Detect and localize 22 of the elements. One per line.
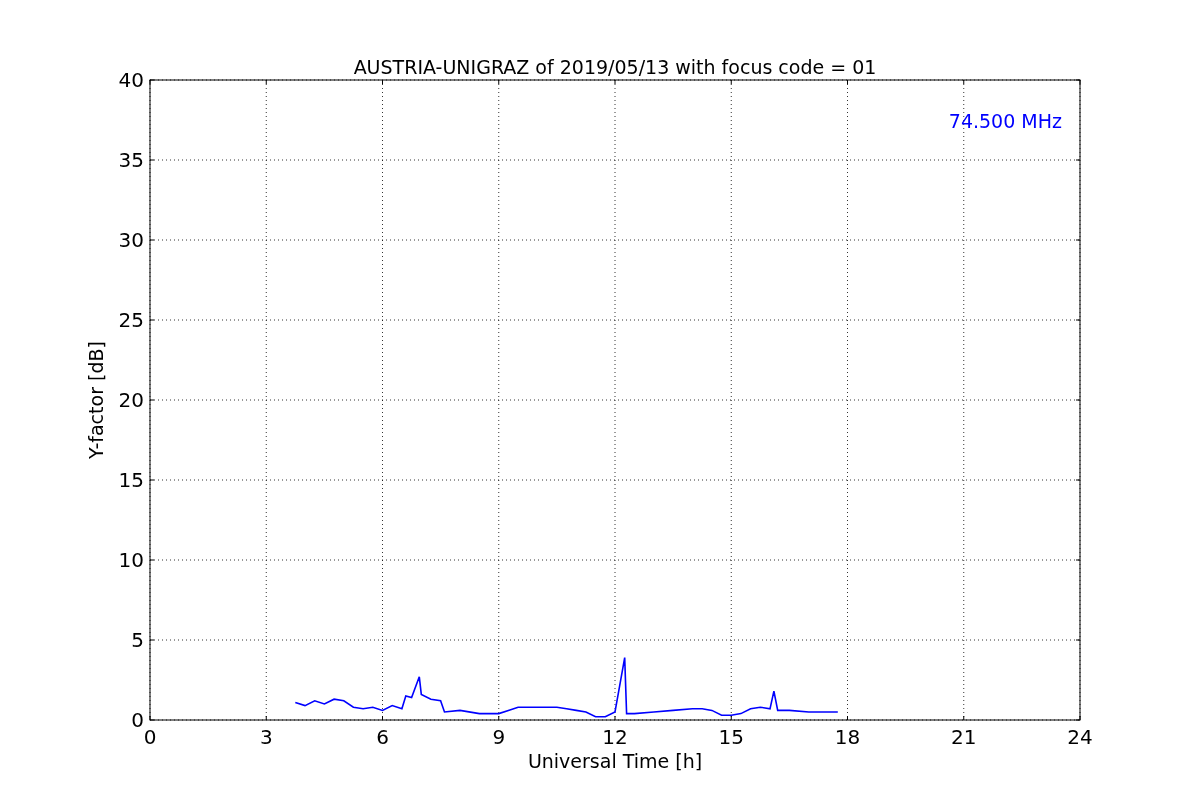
tick-label: 24 [1067, 725, 1093, 749]
tick-label: 40 [118, 68, 144, 92]
tick-label: 12 [602, 725, 628, 749]
y-axis-label: Y-factor [dB] [85, 341, 107, 459]
tick-label: 20 [118, 388, 144, 412]
tick-label: 21 [951, 725, 977, 749]
tick-label: 9 [492, 725, 506, 749]
tick-label: 30 [118, 228, 144, 252]
tick-label: 3 [259, 725, 273, 749]
tick-label: 15 [718, 725, 744, 749]
x-axis-label: Universal Time [h] [527, 750, 703, 772]
tick-label: 25 [118, 308, 144, 332]
series-label: 74.500 MHz [948, 110, 1062, 132]
tick-label: 6 [376, 725, 389, 749]
chart-title: AUSTRIA-UNIGRAZ of 2019/05/13 with focus code = 01 [353, 56, 877, 78]
tick-label: 0 [143, 725, 157, 749]
tick-label: 10 [118, 548, 144, 572]
tick-label: 18 [834, 725, 861, 749]
tick-label: 15 [118, 468, 144, 492]
tick-label: 0 [131, 708, 144, 732]
tick-label: 5 [131, 628, 144, 652]
tick-label: 35 [118, 148, 144, 172]
